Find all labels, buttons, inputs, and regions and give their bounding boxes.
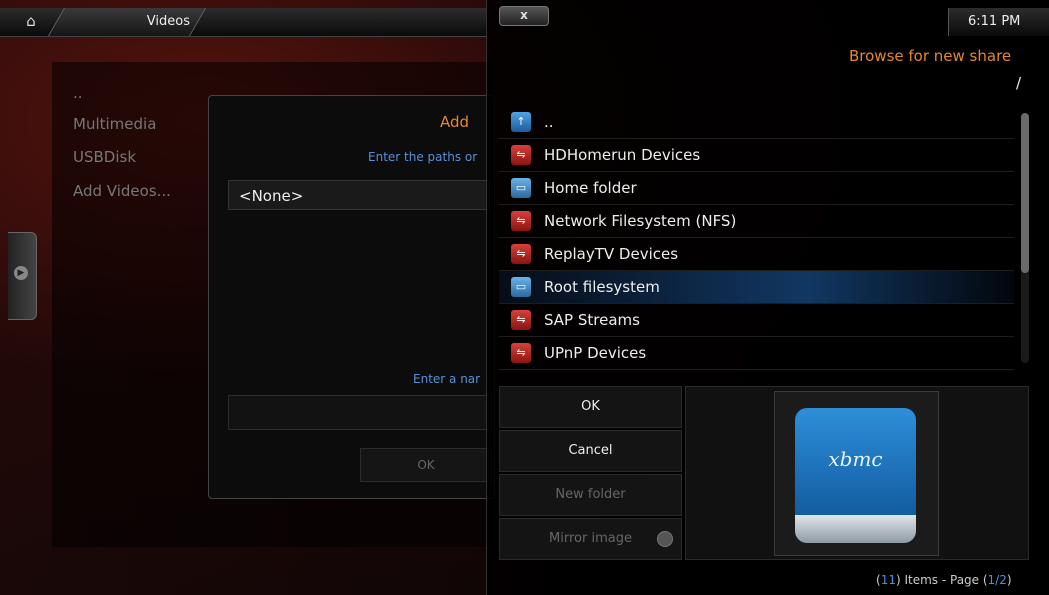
list-item[interactable]: ⇋ Network Filesystem (NFS) <box>499 205 1014 238</box>
list-item-usbdisk[interactable]: USBDisk <box>73 148 136 166</box>
network-drive-icon: ⇋ <box>511 310 531 330</box>
local-drive-icon: ▭ <box>511 178 531 198</box>
mirror-image-button[interactable]: Mirror image <box>499 518 682 560</box>
network-drive-icon: ⇋ <box>511 145 531 165</box>
current-path: / <box>1016 74 1022 92</box>
list-item-label: Root filesystem <box>544 278 660 296</box>
xbmc-logo: xbmc <box>828 447 883 471</box>
list-item-label: ReplayTV Devices <box>544 245 679 263</box>
home-icon[interactable]: ⌂ <box>14 12 48 32</box>
new-folder-button[interactable]: New folder <box>499 474 682 516</box>
list-item[interactable]: ⇋ HDHomerun Devices <box>499 139 1014 172</box>
cancel-button[interactable]: Cancel <box>499 430 682 472</box>
browse-title: Browse for new share <box>849 47 1012 65</box>
local-drive-icon: ▭ <box>511 277 531 297</box>
clock: 6:11 PM <box>968 14 1021 29</box>
list-item[interactable]: ⇋ ReplayTV Devices <box>499 238 1014 271</box>
list-item-selected[interactable]: ▭ Root filesystem <box>499 271 1014 304</box>
close-paren: ) <box>1006 573 1012 587</box>
items-page-info: (11) Items - Page (1/2) <box>876 573 1012 587</box>
paths-label: Enter the paths or <box>368 150 478 164</box>
mirror-toggle-icon[interactable] <box>657 531 673 547</box>
list-item[interactable]: ↑ .. <box>499 106 1014 139</box>
close-button[interactable]: x <box>499 6 549 26</box>
network-drive-icon: ⇋ <box>511 211 531 231</box>
page-number: 1/2 <box>987 573 1007 587</box>
list-item-label: Home folder <box>544 179 637 197</box>
list-item[interactable]: ⇋ UPnP Devices <box>499 337 1014 370</box>
list-item-add-videos[interactable]: Add Videos... <box>73 182 171 200</box>
hard-drive-base <box>795 515 916 543</box>
up-arrow-icon: ↑ <box>511 112 531 132</box>
list-item-parent[interactable]: .. <box>73 84 83 102</box>
list-item-label: SAP Streams <box>544 311 640 329</box>
ok-button[interactable]: OK <box>499 386 682 428</box>
list-item-label: .. <box>544 113 554 131</box>
scrollbar-thumb[interactable] <box>1021 113 1029 273</box>
dialog-ok-button[interactable]: OK <box>360 448 492 482</box>
list-item-label: HDHomerun Devices <box>544 146 701 164</box>
list-item-label: Network Filesystem (NFS) <box>544 212 737 230</box>
play-icon: ▶ <box>14 266 28 280</box>
dialog-title: Add <box>440 113 470 131</box>
list-item-label: UPnP Devices <box>544 344 647 362</box>
list-item[interactable]: ⇋ SAP Streams <box>499 304 1014 337</box>
path-field[interactable]: <None> <box>228 180 490 210</box>
network-drive-icon: ⇋ <box>511 244 531 264</box>
network-drive-icon: ⇋ <box>511 343 531 363</box>
list-item[interactable]: ▭ Home folder <box>499 172 1014 205</box>
share-list: ↑ .. ⇋ HDHomerun Devices ▭ Home folder ⇋… <box>499 106 1014 372</box>
item-count: 11 <box>880 573 896 587</box>
items-page-text: ) Items - Page ( <box>895 573 988 587</box>
breadcrumb-label: Videos <box>146 14 190 29</box>
list-item-multimedia[interactable]: Multimedia <box>73 115 156 133</box>
name-input[interactable] <box>228 395 492 430</box>
name-label: Enter a nar <box>413 372 481 386</box>
